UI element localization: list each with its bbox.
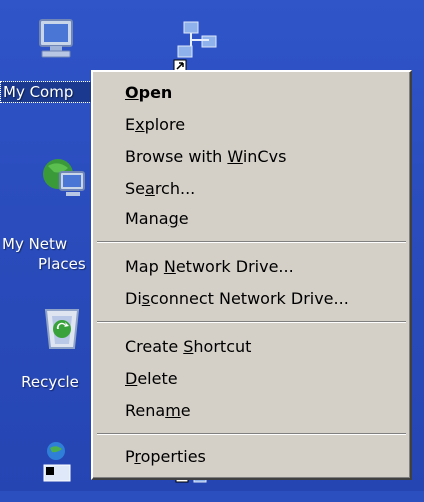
context-menu: Open Explore Browse with WinCvs Search..… xyxy=(91,70,412,480)
menu-accelerator-key: x xyxy=(135,115,145,134)
menu-accelerator-key: g xyxy=(168,209,179,228)
recycle-bin-icon xyxy=(38,304,86,352)
my-computer-icon-item[interactable]: My Comp xyxy=(0,16,104,103)
internet-icon-item[interactable] xyxy=(0,441,100,489)
network-globe-icon xyxy=(38,152,86,200)
globe-network-icon xyxy=(42,441,90,489)
menu-accelerator-key: W xyxy=(227,147,243,166)
menu-separator xyxy=(97,433,406,435)
recycle-bin-icon-item[interactable]: Recycle xyxy=(0,304,100,392)
desktop[interactable]: My Comp My Netw Places Recycle Open Expl… xyxy=(0,0,424,491)
menu-item-create-shortcut[interactable]: Create Shortcut xyxy=(93,334,410,360)
menu-separator xyxy=(97,321,406,323)
menu-item-manage[interactable]: Manage xyxy=(93,206,410,232)
menu-item-properties[interactable]: Properties xyxy=(93,444,410,470)
menu-accelerator-key: s xyxy=(141,289,151,308)
menu-accelerator-key: S xyxy=(183,337,194,356)
menu-accelerator-key: D xyxy=(125,369,138,388)
menu-item-explore[interactable]: Explore xyxy=(93,112,410,138)
my-computer-label: My Comp xyxy=(0,81,104,103)
my-network-places-label-line1: My Netw xyxy=(2,235,68,253)
menu-item-search[interactable]: Search... xyxy=(93,176,410,202)
my-network-places-label-line2: Places xyxy=(38,255,86,273)
menu-accelerator-key: m xyxy=(165,401,181,420)
network-computers-icon[interactable] xyxy=(172,16,232,76)
recycle-bin-label: Recycle xyxy=(21,373,79,391)
menu-item-browse-with-wincvs[interactable]: Browse with WinCvs xyxy=(93,144,410,170)
menu-item-open[interactable]: Open xyxy=(93,80,410,106)
menu-separator xyxy=(97,241,406,243)
menu-item-rename[interactable]: Rename xyxy=(93,398,410,424)
menu-item-delete[interactable]: Delete xyxy=(93,366,410,392)
my-network-places-icon-item[interactable]: My Netw Places xyxy=(0,152,100,274)
menu-item-map-network-drive[interactable]: Map Network Drive... xyxy=(93,254,410,280)
my-network-places-label: My Netw Places xyxy=(0,234,104,274)
menu-accelerator-key: N xyxy=(163,257,176,276)
menu-accelerator-key: O xyxy=(125,83,139,102)
computer-icon xyxy=(32,16,80,64)
menu-accelerator-key: a xyxy=(145,179,155,198)
menu-item-disconnect-network-drive[interactable]: Disconnect Network Drive... xyxy=(93,286,410,312)
menu-accelerator-key: r xyxy=(134,447,141,466)
